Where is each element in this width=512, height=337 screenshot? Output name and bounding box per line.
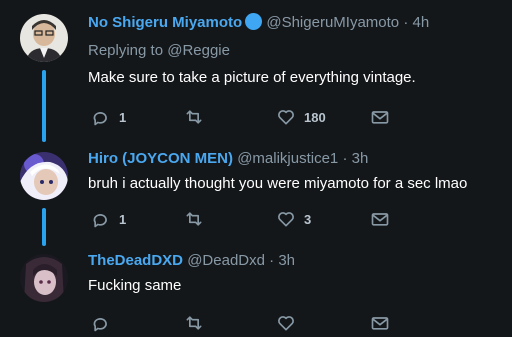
avatar[interactable] — [20, 14, 68, 62]
reply-icon — [93, 318, 107, 332]
tweet[interactable]: TheDeadDXD @DeadDxd · 3h Fucking same — [0, 242, 512, 337]
timestamp[interactable]: 3h — [278, 252, 295, 269]
reply-button[interactable]: 1 — [91, 106, 126, 128]
timestamp[interactable]: 4h — [412, 14, 429, 31]
tweet-actions: 1 180 — [88, 106, 508, 128]
avatar[interactable] — [20, 254, 68, 302]
message-button[interactable] — [370, 312, 390, 334]
tweet-header: No Shigeru Miyamoto @ShigeruMIyamoto · 4… — [88, 13, 429, 31]
like-count: 180 — [304, 109, 326, 125]
replying-to: Replying to @Reggie — [88, 42, 230, 59]
separator: · — [403, 14, 409, 31]
retweet-button[interactable] — [184, 106, 212, 128]
message-button[interactable] — [370, 106, 390, 128]
replying-prefix: Replying to — [88, 42, 164, 59]
tweet[interactable]: Hiro (JOYCON MEN) @malikjustice1 · 3h br… — [0, 138, 512, 238]
handle[interactable]: @DeadDxd — [187, 252, 265, 269]
tweet-actions: 1 3 — [88, 208, 508, 230]
verified-badge-icon — [245, 13, 263, 30]
like-button[interactable]: 180 — [276, 106, 326, 128]
replying-to-link[interactable]: @Reggie — [167, 42, 230, 59]
reply-count: 1 — [119, 211, 127, 227]
retweet-icon — [186, 316, 202, 330]
display-name[interactable]: Hiro (JOYCON MEN) — [88, 150, 233, 167]
retweet-icon — [186, 212, 202, 226]
tweet-text: Make sure to take a picture of everythin… — [88, 69, 416, 86]
retweet-button[interactable] — [184, 208, 212, 230]
handle[interactable]: @malikjustice1 — [237, 150, 338, 167]
message-icon — [371, 213, 389, 226]
tweet-actions — [88, 312, 508, 334]
reply-button[interactable] — [91, 312, 119, 334]
display-name[interactable]: TheDeadDXD — [88, 252, 183, 269]
retweet-button[interactable] — [184, 312, 212, 334]
reply-count: 1 — [119, 109, 127, 125]
display-name[interactable]: No Shigeru Miyamoto — [88, 14, 242, 31]
reply-icon — [93, 214, 107, 228]
like-icon — [278, 316, 294, 331]
like-count: 3 — [304, 211, 312, 227]
message-button[interactable] — [370, 208, 390, 230]
separator: · — [269, 252, 275, 269]
reply-icon — [93, 112, 107, 126]
tweet-header: Hiro (JOYCON MEN) @malikjustice1 · 3h — [88, 150, 368, 167]
message-icon — [371, 317, 389, 330]
tweet-text: Fucking same — [88, 277, 182, 294]
retweet-icon — [186, 110, 202, 124]
handle[interactable]: @ShigeruMIyamoto — [266, 14, 399, 31]
timestamp[interactable]: 3h — [352, 150, 369, 167]
tweet-header: TheDeadDXD @DeadDxd · 3h — [88, 252, 295, 269]
message-icon — [371, 111, 389, 124]
like-button[interactable]: 3 — [276, 208, 311, 230]
tweet[interactable]: No Shigeru Miyamoto @ShigeruMIyamoto · 4… — [0, 0, 512, 135]
like-icon — [278, 110, 294, 125]
reply-button[interactable]: 1 — [91, 208, 126, 230]
tweet-text: bruh i actually thought you were miyamot… — [88, 175, 468, 192]
separator: · — [342, 150, 348, 167]
like-icon — [278, 212, 294, 227]
avatar[interactable] — [20, 152, 68, 200]
like-button[interactable] — [276, 312, 304, 334]
